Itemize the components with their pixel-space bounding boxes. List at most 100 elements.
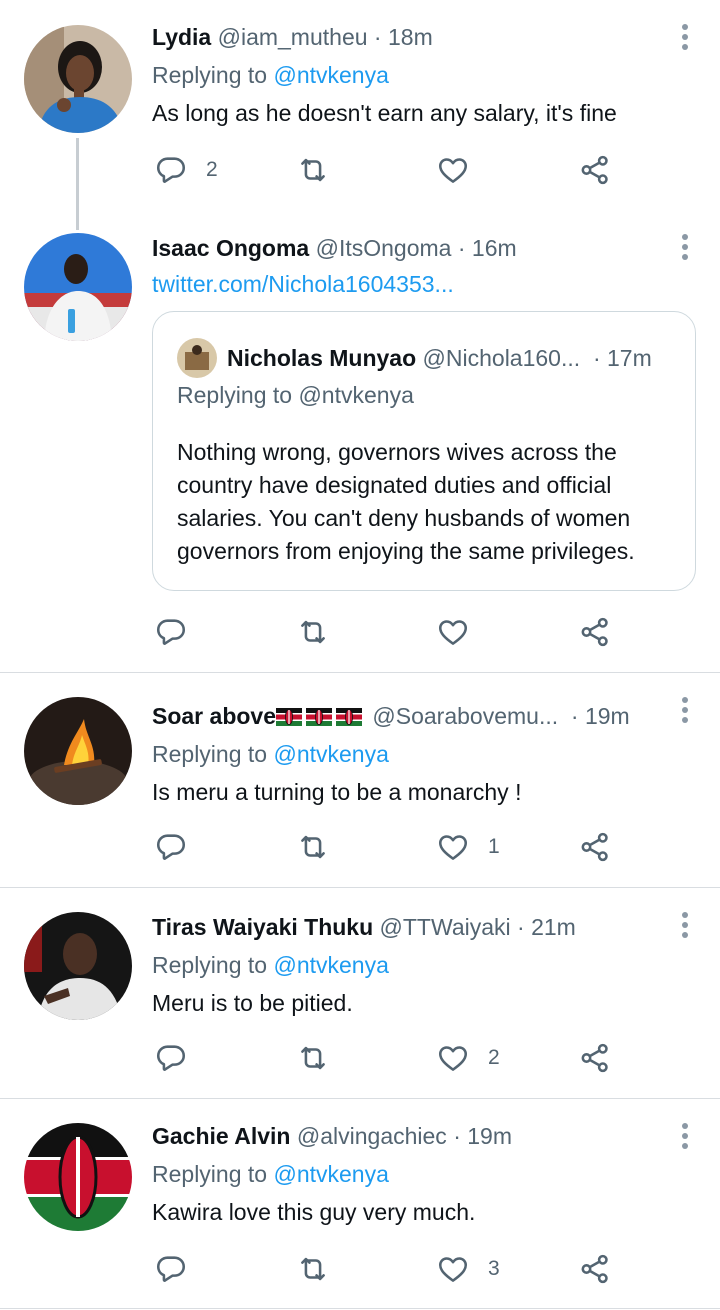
reply-button[interactable] — [154, 1038, 188, 1078]
tweet-5[interactable]: Gachie Alvin @alvingachiec · 19m Replyin… — [0, 1099, 720, 1310]
tweet-time[interactable]: 21m — [531, 914, 576, 940]
tweet-header-block: Lydia @iam_mutheu · 18m Replying to @ntv… — [152, 22, 660, 128]
more-vertical-icon[interactable] — [682, 1123, 690, 1153]
retweet-icon — [296, 1041, 330, 1075]
author-name[interactable]: Lydia — [152, 24, 211, 50]
tweet-time[interactable]: 19m — [585, 703, 630, 729]
author-handle[interactable]: @TTWaiyaki — [380, 914, 511, 940]
retweet-button[interactable] — [296, 1249, 330, 1289]
reply-button[interactable] — [154, 827, 188, 867]
quoted-author-handle: @Nichola160... — [422, 344, 581, 371]
share-button[interactable] — [578, 612, 612, 652]
quoted-tweet-header: Nicholas Munyao @Nichola160... · 17m — [177, 338, 679, 378]
author-handle[interactable]: @iam_mutheu — [218, 24, 368, 50]
avatar[interactable] — [24, 1123, 132, 1231]
tweet-1[interactable]: Lydia @iam_mutheu · 18m Replying to @ntv… — [0, 0, 720, 230]
quoted-tweet-time: 17m — [607, 344, 652, 371]
retweet-icon — [296, 830, 330, 864]
separator-dot: · — [453, 1123, 461, 1149]
more-vertical-icon[interactable] — [682, 912, 690, 942]
mention-link[interactable]: @ntvkenya — [273, 62, 388, 88]
tweet-time[interactable]: 19m — [467, 1123, 512, 1149]
replying-to-label: Replying to — [152, 741, 268, 767]
tweet-header-block: Soar above @Soarabovemu... · 19m Replyin… — [152, 701, 660, 807]
avatar[interactable] — [24, 25, 132, 133]
separator-dot: · — [517, 914, 525, 940]
tweet-header-block: Tiras Waiyaki Thuku @TTWaiyaki · 21m Rep… — [152, 912, 660, 1018]
author-name[interactable]: Tiras Waiyaki Thuku — [152, 914, 373, 940]
tweet-header-block: Isaac Ongoma @ItsOngoma · 16m twitter.co… — [152, 233, 660, 299]
kenya-flag-emoji — [276, 708, 302, 726]
more-vertical-icon[interactable] — [682, 697, 690, 727]
replying-to-label: Replying to — [152, 62, 268, 88]
retweet-button[interactable] — [296, 150, 348, 190]
like-button[interactable] — [436, 150, 488, 190]
author-name[interactable]: Soar above — [152, 703, 276, 729]
tweet-4[interactable]: Tiras Waiyaki Thuku @TTWaiyaki · 21m Rep… — [0, 888, 720, 1098]
author-name[interactable]: Gachie Alvin — [152, 1123, 290, 1149]
heart-icon — [436, 1252, 470, 1286]
heart-icon — [436, 1041, 470, 1075]
replying-to: Replying to @ntvkenya — [152, 950, 660, 980]
heart-icon — [436, 830, 470, 864]
separator-dot: · — [592, 344, 601, 371]
like-button[interactable]: 2 — [436, 1038, 500, 1078]
like-count: 3 — [488, 1257, 500, 1280]
quoted-tweet-card[interactable]: Nicholas Munyao @Nichola160... · 17m Rep… — [152, 311, 696, 591]
avatar[interactable] — [24, 233, 132, 341]
retweet-button[interactable] — [296, 1038, 330, 1078]
tweet-link[interactable]: twitter.com/Nichola1604353... — [152, 269, 660, 299]
replying-to-label: Replying to — [152, 952, 268, 978]
retweet-button[interactable] — [296, 827, 330, 867]
share-button[interactable] — [578, 1038, 612, 1078]
heart-icon — [436, 153, 470, 187]
share-button[interactable] — [578, 827, 612, 867]
reply-button[interactable] — [154, 1249, 188, 1289]
like-button[interactable] — [436, 612, 470, 652]
reply-count: 2 — [206, 158, 218, 181]
tweet-time[interactable]: 18m — [388, 24, 433, 50]
share-icon — [578, 615, 612, 649]
mention-link[interactable]: @ntvkenya — [273, 952, 388, 978]
author-name[interactable]: Isaac Ongoma — [152, 235, 309, 261]
share-button[interactable] — [578, 1249, 612, 1289]
kenya-flag-emoji — [306, 708, 332, 726]
tweet-text: Is meru a turning to be a monarchy ! — [152, 779, 522, 805]
more-vertical-icon[interactable] — [682, 24, 690, 54]
reply-icon — [154, 830, 188, 864]
mention-link[interactable]: @ntvkenya — [273, 1161, 388, 1187]
quoted-avatar — [177, 338, 217, 378]
author-handle[interactable]: @ItsOngoma — [316, 235, 452, 261]
tweet-header: Isaac Ongoma @ItsOngoma · 16m — [152, 233, 660, 263]
replying-to: Replying to @ntvkenya — [152, 1159, 660, 1189]
avatar[interactable] — [24, 912, 132, 1020]
retweet-button[interactable] — [296, 612, 330, 652]
share-icon — [578, 830, 612, 864]
tweet-3[interactable]: Soar above @Soarabovemu... · 19m Replyin… — [0, 673, 720, 887]
replying-to: Replying to @ntvkenya — [152, 60, 660, 90]
reply-button[interactable]: 2 — [154, 150, 218, 190]
retweet-icon — [296, 615, 330, 649]
quoted-replying-to: Replying to @ntvkenya — [177, 382, 414, 408]
separator-dot: · — [570, 703, 579, 729]
more-vertical-icon[interactable] — [682, 234, 690, 264]
retweet-icon — [296, 1252, 330, 1286]
tweet-actions: 2 — [152, 1038, 632, 1078]
share-icon — [578, 153, 612, 187]
like-button[interactable]: 1 — [436, 827, 500, 867]
avatar[interactable] — [24, 697, 132, 805]
retweet-icon — [296, 153, 330, 187]
tweet-time[interactable]: 16m — [472, 235, 517, 261]
tweet-actions — [152, 612, 632, 652]
quoted-tweet-text: Nothing wrong, governors wives across th… — [177, 439, 635, 564]
mention-link[interactable]: @ntvkenya — [273, 741, 388, 767]
like-button[interactable]: 3 — [436, 1249, 500, 1289]
tweet-2[interactable]: Isaac Ongoma @ItsOngoma · 16m twitter.co… — [0, 218, 720, 672]
share-button[interactable] — [578, 150, 612, 190]
reply-button[interactable] — [154, 612, 206, 652]
tweet-text: Kawira love this guy very much. — [152, 1199, 476, 1225]
quoted-author-name: Nicholas Munyao — [227, 344, 417, 371]
author-handle[interactable]: @Soarabovemu... — [372, 703, 558, 729]
tweet-actions: 1 — [152, 827, 632, 867]
author-handle[interactable]: @alvingachiec — [297, 1123, 447, 1149]
